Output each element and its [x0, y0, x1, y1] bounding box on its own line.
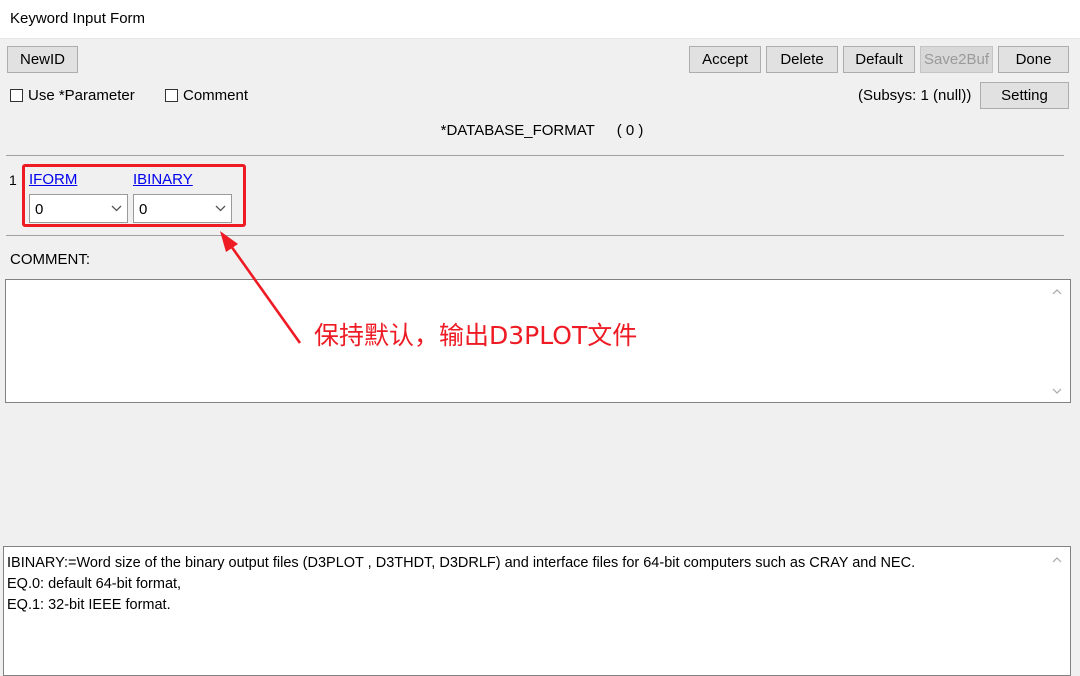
- annotation-text: 保持默认，输出D3PLOT文件: [314, 321, 638, 350]
- scroll-up-icon[interactable]: [1052, 557, 1062, 563]
- help-text: IBINARY:=Word size of the binary output …: [7, 555, 916, 613]
